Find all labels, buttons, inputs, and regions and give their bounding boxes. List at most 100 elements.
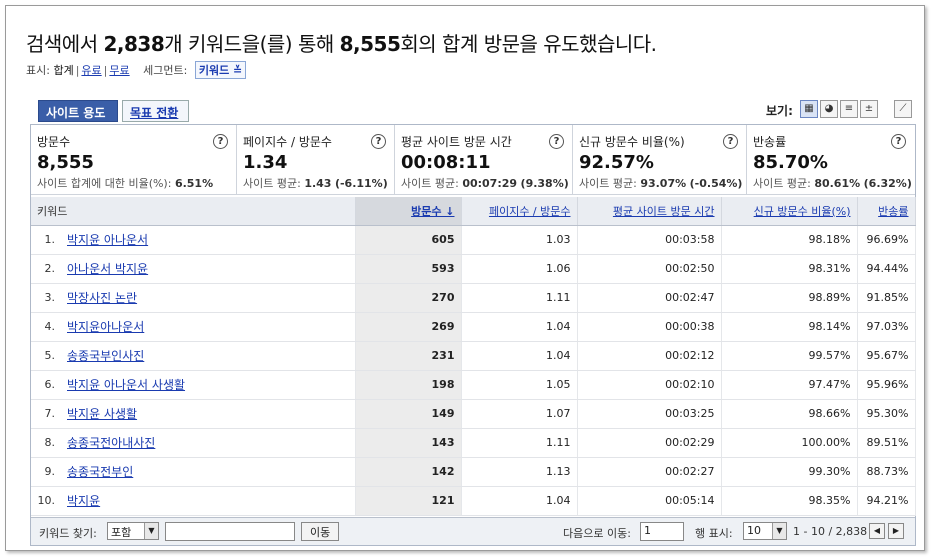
cell-keyword: 박지윤 아나운서 사생활 <box>61 370 356 400</box>
help-icon[interactable]: ? <box>371 134 386 149</box>
pagination-range: 1 - 10 / 2,838 <box>793 525 868 538</box>
cell-keyword: 박지윤 아나운서 <box>61 225 356 255</box>
col-pages-per-visit-sort[interactable]: 페이지수 / 방문수 <box>461 197 578 226</box>
keyword-link[interactable]: 박지윤아나운서 <box>67 320 144 334</box>
keyword-search-input[interactable] <box>165 522 295 541</box>
cell-new-visits: 99.30% <box>721 457 858 487</box>
col-avg-time-sort[interactable]: 평균 사이트 방문 시간 <box>577 197 722 226</box>
table-view-icon[interactable]: ▦ <box>800 100 818 118</box>
cell-pages-per-visit: 1.03 <box>461 225 578 255</box>
filter-paid-link[interactable]: 유료 <box>81 64 101 77</box>
help-icon[interactable]: ? <box>891 134 906 149</box>
table-row: 2. 아나운서 박지윤 593 1.06 00:02:50 98.31% 94.44% <box>31 254 916 284</box>
cell-avg-time: 00:02:47 <box>577 283 722 313</box>
cell-bounce-rate: 97.03% <box>857 312 916 342</box>
sparkline-view-icon[interactable]: ⟋ <box>894 100 912 118</box>
help-icon[interactable]: ? <box>213 134 228 149</box>
keyword-link[interactable]: 박지윤 사생활 <box>67 407 137 421</box>
chevron-down-icon: ▼ <box>772 523 786 539</box>
keyword-link[interactable]: 송종국전부인 <box>67 465 133 479</box>
tab-goal-conversion[interactable]: 목표 전환 <box>122 100 189 122</box>
keyword-link[interactable]: 박지윤 아나운서 사생활 <box>67 378 185 392</box>
row-index: 4. <box>31 312 61 342</box>
cell-avg-time: 00:02:12 <box>577 341 722 371</box>
keyword-link[interactable]: 송종국전아내사진 <box>67 436 155 450</box>
cell-visits: 143 <box>355 428 462 458</box>
keyword-link[interactable]: 박지윤 아나운서 <box>67 233 148 247</box>
double-chevron-down-icon: ≚ <box>233 64 243 77</box>
tab-site-usage[interactable]: 사이트 용도 <box>38 100 118 122</box>
keyword-link[interactable]: 박지윤 <box>67 494 100 508</box>
cell-keyword: 막장사진 논란 <box>61 283 356 313</box>
filter-line: 표시: 합계 | 유료 | 무료 세그먼트: 키워드 ≚ <box>26 61 247 79</box>
next-page-icon[interactable]: ▶ <box>888 523 904 539</box>
segment-dropdown[interactable]: 키워드 ≚ <box>194 61 247 79</box>
row-index: 2. <box>31 254 61 284</box>
keyword-link[interactable]: 막장사진 논란 <box>67 291 137 305</box>
cell-bounce-rate: 94.21% <box>857 486 916 516</box>
cell-avg-time: 00:00:38 <box>577 312 722 342</box>
metric-visits: 방문수 8,555 사이트 합계에 대한 비율(%): 6.51% ? <box>31 125 237 195</box>
table-row: 1. 박지윤 아나운서 605 1.03 00:03:58 98.18% 96.69% <box>31 225 916 255</box>
cell-pages-per-visit: 1.07 <box>461 399 578 429</box>
keyword-search-label: 키워드 찾기: <box>39 527 97 540</box>
performance-view-icon[interactable]: ≡ <box>840 100 858 118</box>
report-window: 검색에서 2,838개 키워드을(를) 통해 8,555회의 합계 방문을 유도… <box>5 5 925 551</box>
cell-bounce-rate: 91.85% <box>857 283 916 313</box>
comparison-view-icon[interactable]: ± <box>860 100 878 118</box>
cell-keyword: 송종국전부인 <box>61 457 356 487</box>
cell-visits: 269 <box>355 312 462 342</box>
match-type-select[interactable]: 포함 ▼ <box>107 522 159 540</box>
cell-keyword: 박지윤 <box>61 486 356 516</box>
rows-per-page-label: 행 표시: <box>695 527 733 540</box>
keyword-table: 키워드 방문수 ↓ 페이지수 / 방문수 평균 사이트 방문 시간 신규 방문수… <box>31 197 916 516</box>
help-icon[interactable]: ? <box>723 134 738 149</box>
cell-pages-per-visit: 1.06 <box>461 254 578 284</box>
table-row: 3. 막장사진 논란 270 1.11 00:02:47 98.89% 91.85% <box>31 283 916 313</box>
cell-pages-per-visit: 1.13 <box>461 457 578 487</box>
cell-pages-per-visit: 1.05 <box>461 370 578 400</box>
table-row: 10. 박지윤 121 1.04 00:05:14 98.35% 94.21% <box>31 486 916 516</box>
keyword-link[interactable]: 아나운서 박지윤 <box>67 262 148 276</box>
pie-view-icon[interactable]: ◕ <box>820 100 838 118</box>
cell-new-visits: 98.35% <box>721 486 858 516</box>
table-row: 9. 송종국전부인 142 1.13 00:02:27 99.30% 88.73% <box>31 457 916 487</box>
cell-pages-per-visit: 1.04 <box>461 312 578 342</box>
table-row: 7. 박지윤 사생활 149 1.07 00:03:25 98.66% 95.30% <box>31 399 916 429</box>
cell-pages-per-visit: 1.04 <box>461 486 578 516</box>
cell-new-visits: 98.31% <box>721 254 858 284</box>
cell-visits: 231 <box>355 341 462 371</box>
cell-bounce-rate: 95.67% <box>857 341 916 371</box>
metric-bounce-rate: 반송률 85.70% 사이트 평균: 80.61% (6.32%) ? <box>753 134 912 190</box>
prev-page-icon[interactable]: ◀ <box>869 523 885 539</box>
cell-avg-time: 00:03:58 <box>577 225 722 255</box>
cell-keyword: 박지윤아나운서 <box>61 312 356 342</box>
table-row: 6. 박지윤 아나운서 사생활 198 1.05 00:02:10 97.47% 95.96… <box>31 370 916 400</box>
row-index: 9. <box>31 457 61 487</box>
cell-bounce-rate: 95.96% <box>857 370 916 400</box>
col-visits-sort[interactable]: 방문수 ↓ <box>355 197 462 226</box>
metric-summary: 방문수 8,555 사이트 합계에 대한 비율(%): 6.51% ? 페이지수… <box>31 125 915 195</box>
chevron-down-icon: ▼ <box>144 523 158 539</box>
page-title: 검색에서 2,838개 키워드을(를) 통해 8,555회의 합계 방문을 유도… <box>26 32 657 56</box>
cell-new-visits: 98.18% <box>721 225 858 255</box>
help-icon[interactable]: ? <box>549 134 564 149</box>
search-go-button[interactable]: 이동 <box>301 522 340 541</box>
col-new-visits-sort[interactable]: 신규 방문수 비율(%) <box>721 197 858 226</box>
filter-free-link[interactable]: 무료 <box>109 64 129 77</box>
view-label: 보기: <box>766 104 793 118</box>
table-row: 5. 송종국부인사진 231 1.04 00:02:12 99.57% 95.67% <box>31 341 916 371</box>
row-index: 7. <box>31 399 61 429</box>
cell-visits: 605 <box>355 225 462 255</box>
cell-bounce-rate: 88.73% <box>857 457 916 487</box>
cell-avg-time: 00:02:27 <box>577 457 722 487</box>
cell-new-visits: 97.47% <box>721 370 858 400</box>
col-bounce-rate-sort[interactable]: 반송률 <box>857 197 916 226</box>
cell-keyword: 아나운서 박지윤 <box>61 254 356 284</box>
cell-avg-time: 00:02:50 <box>577 254 722 284</box>
goto-label: 다음으로 이동: <box>563 527 631 540</box>
goto-page-input[interactable]: 1 <box>640 522 684 541</box>
report-panel: 방문수 8,555 사이트 합계에 대한 비율(%): 6.51% ? 페이지수… <box>30 124 916 546</box>
keyword-link[interactable]: 송종국부인사진 <box>67 349 144 363</box>
rows-per-page-select[interactable]: 10 ▼ <box>743 522 787 540</box>
